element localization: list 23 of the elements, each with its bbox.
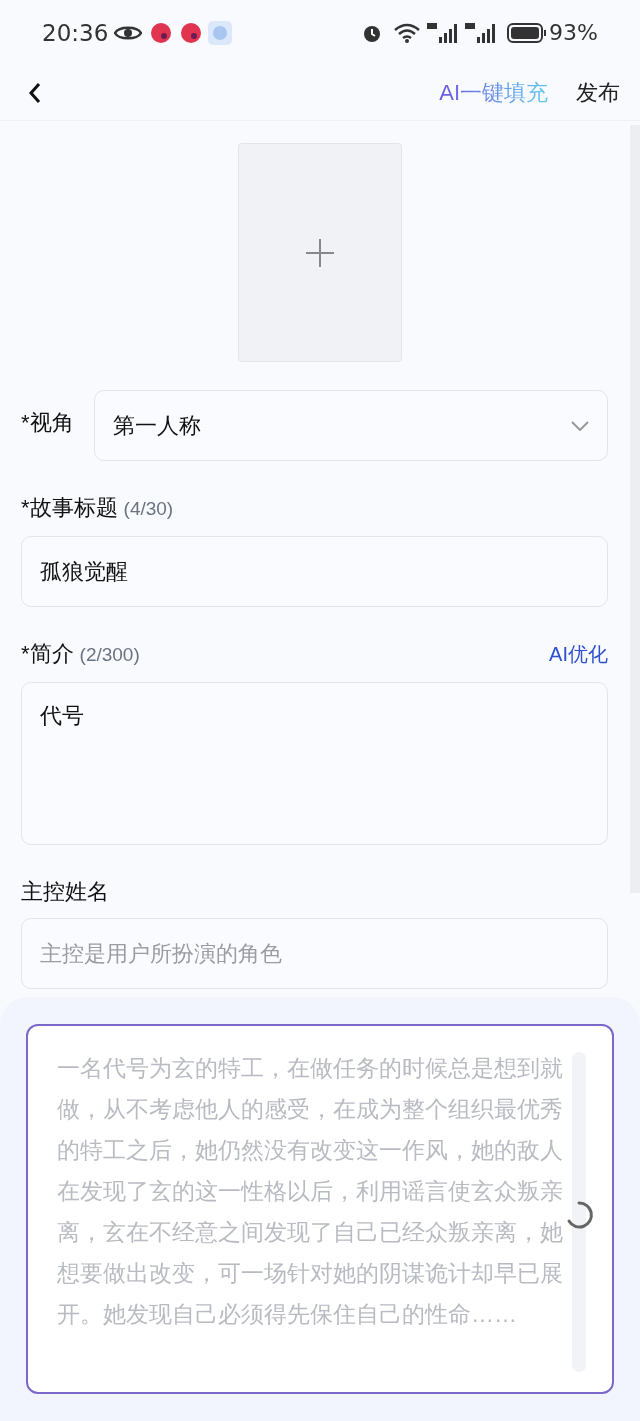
back-icon xyxy=(28,81,42,104)
app-icon xyxy=(208,20,233,45)
char-count: (4/30) xyxy=(123,497,174,521)
ai-optimize-link[interactable]: AI优化 xyxy=(549,639,608,669)
perspective-dropdown[interactable]: 第一人称 xyxy=(94,390,608,461)
app-icon xyxy=(180,21,203,44)
field-label: *故事标题 xyxy=(21,494,118,522)
plus-icon xyxy=(305,237,335,268)
field-label: 主控姓名 xyxy=(21,878,110,906)
publish-button[interactable]: 发布 xyxy=(576,76,620,110)
protagonist-input[interactable]: 主控是用户所扮演的角色 xyxy=(21,918,608,989)
ai-result-text: 一名代号为玄的特工，在做任务的时候总是想到就做，从不考虑他人的感受，在成为整个组织最优秀的特工之后，她仍然没有改变这一作风，她的敌人在发现了玄的这一性格以后，利用谣言使玄众叛亲离，玄在不经意之间发现了自己已经众叛亲离，她想要做出改变，可一场针对她的阴谋诡计却早已展开。她发现自己必须得先保住自己的性命…… xyxy=(57,1054,563,1329)
wifi-icon xyxy=(393,21,422,44)
battery-icon xyxy=(507,21,548,44)
battery-level: 93% xyxy=(549,19,598,48)
intro-textarea[interactable]: 代号 xyxy=(21,682,608,845)
status-time: 20:36 xyxy=(42,18,109,48)
app-icon xyxy=(150,21,173,44)
field-label: *简介 xyxy=(21,640,74,668)
chevron-down-icon xyxy=(571,420,589,431)
char-count: (2/300) xyxy=(79,643,140,667)
field-label: *视角 xyxy=(21,409,75,437)
title-input[interactable]: 孤狼觉醒 xyxy=(21,536,608,607)
